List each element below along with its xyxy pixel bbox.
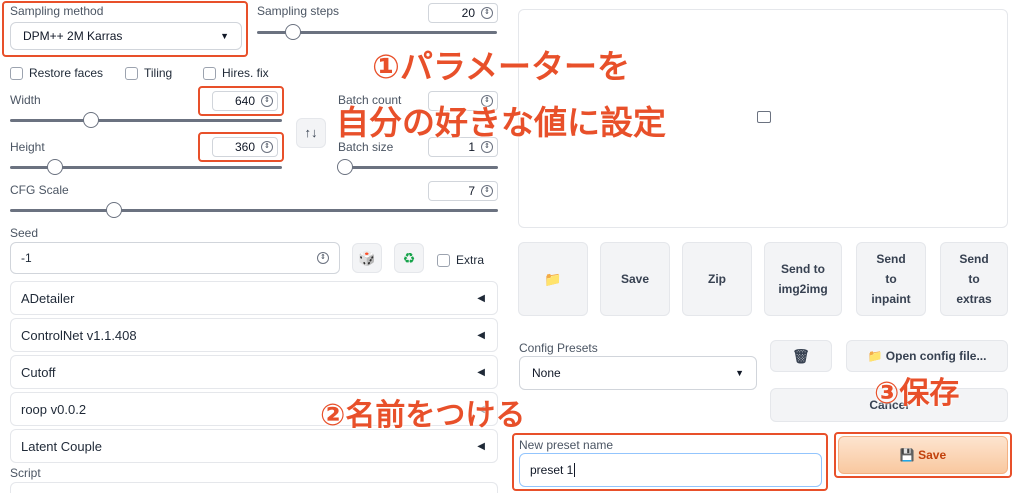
highlight-height [198,132,284,162]
save-image-button[interactable]: Save [600,242,670,316]
accordion-cutoff[interactable]: Cutoff ◀ [10,355,498,389]
script-label: Script [10,466,41,480]
tiling-checkbox[interactable]: Tiling [125,66,172,80]
hires-fix-checkbox[interactable]: Hires. fix [203,66,269,80]
highlight-save-preset [834,432,1012,478]
send-to-extras-button[interactable]: Send to extras [940,242,1008,316]
collapse-triangle-icon: ◀ [477,329,485,341]
cfg-scale-slider-thumb[interactable] [106,202,122,218]
config-presets-dropdown[interactable]: None ▼ [519,356,757,390]
stepper-icon[interactable]: ⇕ [481,7,493,19]
height-label: Height [10,140,45,154]
open-folder-button[interactable]: 📁 [518,242,588,316]
dice-icon: 🎲 [358,250,376,266]
highlight-preset-name [512,433,828,491]
collapse-triangle-icon: ◀ [477,366,485,378]
send-to-inpaint-button[interactable]: Send to inpaint [856,242,926,316]
collapse-triangle-icon: ◀ [477,440,485,452]
annotation-step2: ②名前をつける [320,398,526,433]
cfg-scale-slider[interactable] [10,209,498,212]
swap-arrows-icon: ↑↓ [304,125,318,140]
script-dropdown[interactable] [10,482,498,493]
width-slider-thumb[interactable] [83,112,99,128]
recycle-icon: ♻ [402,250,416,266]
annotation-step1-line1: ①パラメーターを [372,47,630,86]
accordion-latent-couple[interactable]: Latent Couple ◀ [10,429,498,463]
collapse-triangle-icon: ◀ [477,292,485,304]
accordion-controlnet[interactable]: ControlNet v1.1.408 ◀ [10,318,498,352]
stepper-icon[interactable]: ⇕ [481,185,493,197]
highlight-width [198,86,284,116]
seed-input[interactable]: -1 ⇕ [10,242,340,274]
restore-faces-checkbox[interactable]: Restore faces [10,66,103,80]
height-slider-thumb[interactable] [47,159,63,175]
sampling-steps-label: Sampling steps [257,4,340,18]
send-to-img2img-button[interactable]: Send to img2img [764,242,842,316]
annotation-step3: ③保存 [874,376,960,411]
reuse-seed-button[interactable]: ♻ [394,243,424,273]
zip-button[interactable]: Zip [682,242,752,316]
extra-seed-checkbox[interactable]: Extra [437,253,484,267]
sampling-steps-input[interactable]: 20 ⇕ [428,3,498,23]
seed-label: Seed [10,226,39,240]
cfg-scale-input[interactable]: 7 ⇕ [428,181,498,201]
width-slider[interactable] [10,119,282,122]
folder-icon: 📁 [544,271,562,287]
image-placeholder-icon [757,111,771,123]
sampling-steps-slider-thumb[interactable] [285,24,301,40]
highlight-sampling-method [2,1,248,57]
trash-icon: 🗑 [792,348,810,364]
config-presets-label: Config Presets [519,341,598,355]
batch-size-slider-thumb[interactable] [337,159,353,175]
width-label: Width [10,93,41,107]
cfg-scale-label: CFG Scale [10,183,69,197]
delete-preset-button[interactable]: 🗑 [770,340,832,372]
random-seed-button[interactable]: 🎲 [352,243,382,273]
swap-dimensions-button[interactable]: ↑↓ [296,118,326,148]
batch-size-slider[interactable] [338,166,498,169]
annotation-step1-line2: 自分の好きな値に設定 [336,103,666,142]
accordion-adetailer[interactable]: ADetailer ◀ [10,281,498,315]
dropdown-caret-icon: ▼ [735,368,744,378]
stepper-icon[interactable]: ⇕ [317,252,329,264]
